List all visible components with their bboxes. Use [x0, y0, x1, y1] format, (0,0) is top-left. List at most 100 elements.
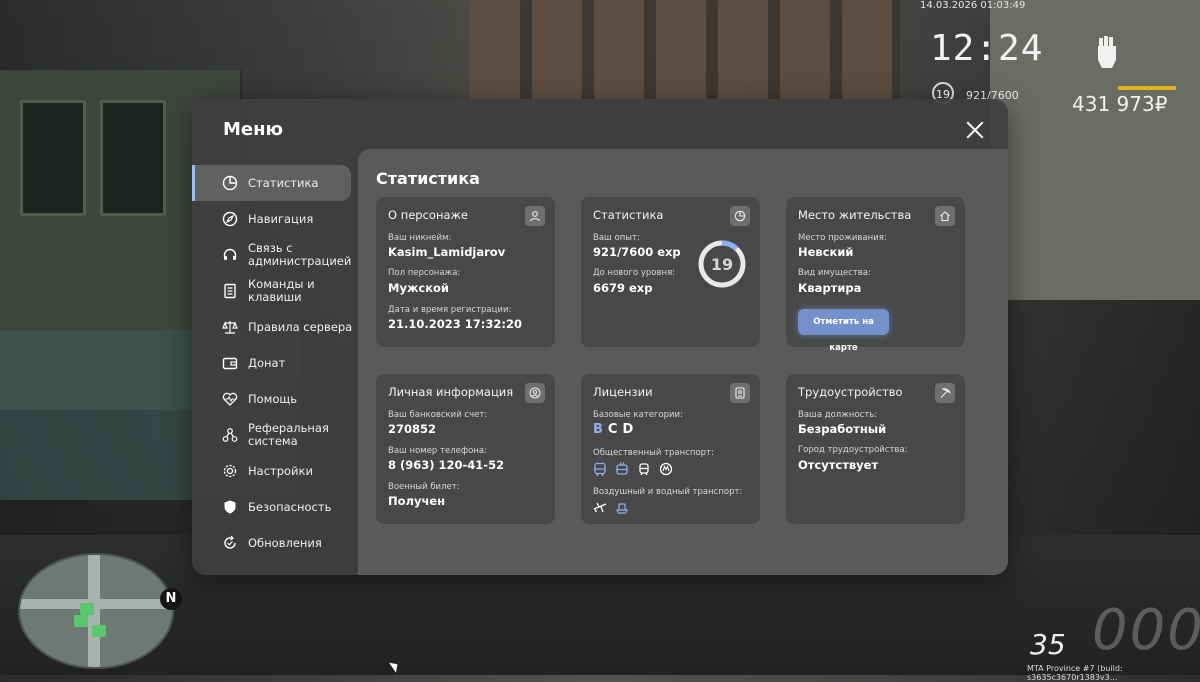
category-b: B [593, 422, 608, 437]
pie-chart-icon [730, 206, 750, 226]
gender-value: Мужской [388, 281, 449, 295]
sidebar-item-label: Обновления [248, 535, 322, 550]
residence-place-value: Невский [798, 245, 854, 259]
bank-account-label: Ваш банковский счет: [388, 410, 488, 420]
user-icon [525, 206, 545, 226]
minimap[interactable] [18, 553, 174, 669]
property-type-label: Вид имущества: [798, 268, 871, 278]
sidebar-item-settings[interactable]: Настройки [192, 453, 357, 489]
menu-sidebar: Статистика Навигация Связь с администрац… [192, 165, 357, 561]
north-indicator: N [160, 588, 182, 610]
sidebar-item-label: Связь с администрацией [248, 241, 352, 268]
metro-icon [659, 461, 673, 480]
nickname-label: Ваш никнейм: [388, 233, 452, 243]
background-window [100, 100, 166, 216]
nickname-value: Kasim_Lamidjarov [388, 245, 506, 259]
sidebar-item-statistics[interactable]: Статистика [192, 165, 351, 201]
pie-chart-icon [222, 175, 238, 191]
card-residence: Место жительства Место проживания: Невск… [786, 197, 965, 353]
sidebar-item-label: Безопасность [248, 499, 332, 514]
trolleybus-icon [615, 461, 629, 480]
fist-icon [1090, 32, 1124, 70]
statistics-panel: Статистика О персонаже Ваш никнейм: Kasi… [358, 149, 1008, 575]
level-value: 19 [711, 255, 733, 274]
sidebar-item-donate[interactable]: Донат [192, 345, 357, 381]
headset-icon [222, 247, 238, 263]
sidebar-item-label: Статистика [248, 175, 319, 190]
speed-value: 35 [1030, 628, 1066, 661]
card-title: О персонаже [388, 208, 468, 222]
house-icon [92, 625, 106, 637]
property-type-value: Квартира [798, 281, 862, 295]
card-title: Место жительства [798, 208, 912, 222]
hud-time: 12:24 [930, 28, 1044, 69]
card-title: Лицензии [593, 385, 653, 399]
sidebar-item-navigation[interactable]: Навигация [192, 201, 357, 237]
position-label: Ваша должность: [798, 410, 878, 420]
public-transport-label: Общественный транспорт: [593, 448, 714, 458]
work-city-value: Отсутствует [798, 458, 879, 472]
user-circle-icon [525, 383, 545, 403]
next-level-value: 6679 exp [593, 281, 653, 295]
experience-value: 921/7600 exp [593, 245, 681, 259]
compass-icon [222, 211, 238, 227]
sidebar-item-commands[interactable]: Команды и клавиши [192, 273, 357, 309]
background-building-mid [470, 0, 900, 100]
home-icon [935, 206, 955, 226]
position-value: Безработный [798, 422, 887, 436]
registration-label: Дата и время регистрации: [388, 305, 512, 315]
mark-on-map-button[interactable]: Отметить на карте [798, 309, 889, 353]
license-categories: BCD [593, 422, 638, 437]
gender-label: Пол персонажа: [388, 268, 461, 278]
refresh-icon [222, 535, 238, 551]
military-id-value: Получен [388, 494, 446, 508]
sidebar-item-rules[interactable]: Правила сервера [192, 309, 357, 345]
boat-icon [615, 500, 629, 519]
airplane-icon [593, 500, 607, 519]
air-water-transport-label: Воздушный и водный транспорт: [593, 487, 743, 497]
house-icon [74, 615, 88, 627]
build-info: MTA Province #7 (build: s3635c3670r1383v… [1027, 664, 1123, 682]
menu-modal: Меню Статистика Навигация Связь с админи… [192, 99, 1008, 575]
page-title: Статистика [376, 169, 480, 188]
network-icon [222, 427, 238, 443]
sidebar-item-referral[interactable]: Реферальная система [192, 417, 357, 453]
scales-icon [222, 319, 238, 335]
card-licenses: Лицензии Базовые категории: BCD Обществе… [581, 374, 760, 524]
air-water-transport-icons [593, 500, 629, 519]
cash-bar [1118, 86, 1176, 90]
sidebar-item-label: Настройки [248, 463, 313, 478]
id-card-icon [730, 383, 750, 403]
category-d: D [622, 422, 639, 437]
residence-place-label: Место проживания: [798, 233, 887, 243]
hud-money: 431 973₽ [1072, 92, 1168, 116]
work-city-label: Город трудоустройства: [798, 445, 908, 455]
house-icon [80, 603, 94, 615]
sidebar-item-contact-admin[interactable]: Связь с администрацией [192, 237, 357, 273]
document-icon [222, 283, 238, 299]
card-personal-info: Личная информация Ваш банковский счет: 2… [376, 374, 555, 524]
pickaxe-icon [935, 383, 955, 403]
tram-icon [637, 461, 651, 480]
close-icon[interactable] [964, 119, 986, 141]
background-window [20, 100, 86, 216]
sidebar-item-label: Донат [248, 355, 286, 370]
military-id-label: Военный билет: [388, 482, 460, 492]
sidebar-item-label: Помощь [248, 391, 298, 406]
sidebar-item-help[interactable]: Помощь [192, 381, 357, 417]
base-categories-label: Базовые категории: [593, 410, 683, 420]
sidebar-item-updates[interactable]: Обновления [192, 525, 357, 561]
card-title: Статистика [593, 208, 664, 222]
card-employment: Трудоустройство Ваша должность: Безработ… [786, 374, 965, 524]
registration-value: 21.10.2023 17:32:20 [388, 317, 522, 331]
sidebar-item-label: Реферальная система [248, 421, 329, 448]
phone-label: Ваш номер телефона: [388, 446, 487, 456]
sidebar-item-label: Правила сервера [248, 319, 353, 334]
bus-icon [593, 461, 607, 480]
sidebar-item-security[interactable]: Безопасность [192, 489, 357, 525]
gear-icon [222, 463, 238, 479]
minimap-road [20, 599, 172, 609]
hud-date: 14.03.2026 01:03:49 [920, 0, 1026, 11]
public-transport-icons [593, 461, 673, 480]
card-character: О персонаже Ваш никнейм: Kasim_Lamidjaro… [376, 197, 555, 347]
